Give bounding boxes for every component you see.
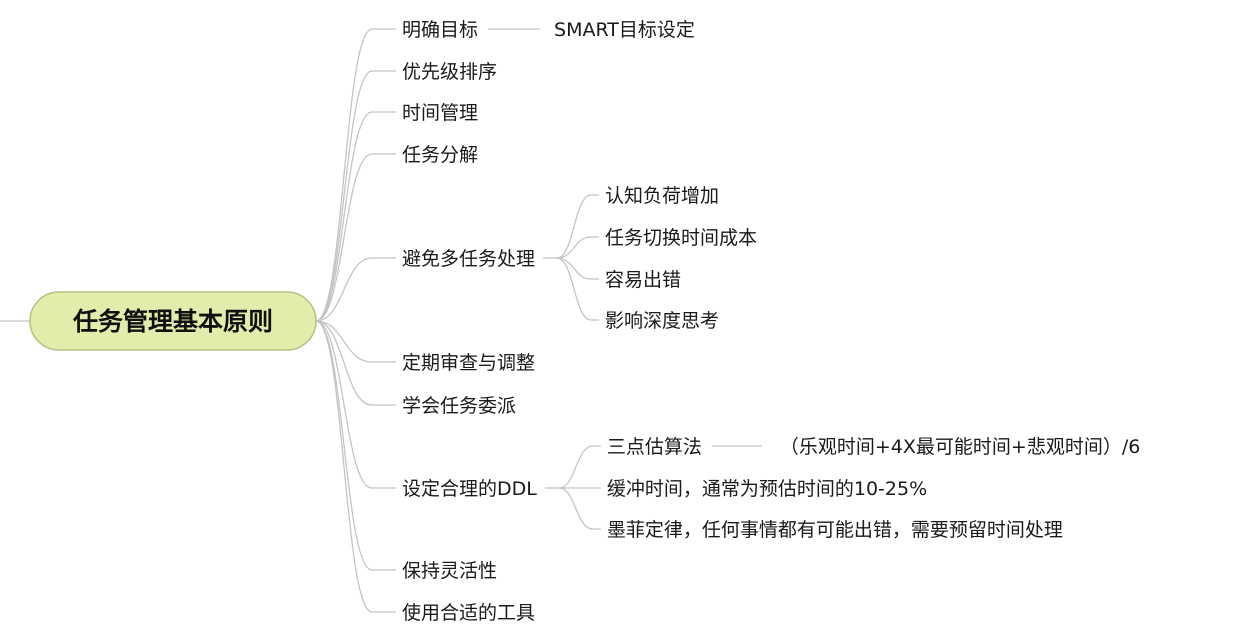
branch-connector <box>315 153 396 322</box>
branch-connector <box>315 111 396 322</box>
branch-node[interactable]: 优先级排序 <box>402 61 497 83</box>
branch-node[interactable]: 明确目标 <box>402 19 478 41</box>
child-node[interactable]: 三点估算法 <box>607 436 702 458</box>
branch-node[interactable]: 使用合适的工具 <box>402 602 535 624</box>
child-connector <box>558 445 601 489</box>
child-connector <box>558 487 601 530</box>
child-node[interactable]: 影响深度思考 <box>605 310 719 332</box>
branch-connector <box>315 70 396 322</box>
branch-node[interactable]: 定期审查与调整 <box>402 352 535 374</box>
branch-node[interactable]: 避免多任务处理 <box>402 248 535 270</box>
child-connector <box>556 194 600 259</box>
branch-node[interactable]: 设定合理的DDL <box>402 478 537 500</box>
root-node[interactable]: 任务管理基本原则 <box>0 291 317 351</box>
child-node[interactable]: SMART目标设定 <box>554 19 695 41</box>
child-connector <box>556 257 600 321</box>
branch-connector <box>315 28 396 322</box>
child-node[interactable]: 认知负荷增加 <box>605 185 719 207</box>
root-node-label: 任务管理基本原则 <box>72 307 273 336</box>
mind-map-canvas: 任务管理基本原则 明确目标 SMART目标设定优先级排序时间管理任务分解避免多任务… <box>0 19 1140 624</box>
child-node[interactable]: 墨菲定律，任何事情都有可能出错，需要预留时间处理 <box>607 519 1063 541</box>
child-node[interactable]: 缓冲时间，通常为预估时间的10-25% <box>607 478 927 500</box>
branch-node[interactable]: 时间管理 <box>402 102 478 124</box>
branch-node[interactable]: 学会任务委派 <box>402 395 516 417</box>
grandchild-node[interactable]: （乐观时间+4X最可能时间+悲观时间）/6 <box>780 436 1140 458</box>
child-node[interactable]: 容易出错 <box>605 269 681 291</box>
branch-connector <box>315 320 396 613</box>
branch-node[interactable]: 任务分解 <box>402 144 478 166</box>
branch-node[interactable]: 保持灵活性 <box>402 560 497 582</box>
branch-connector <box>315 257 396 322</box>
child-node[interactable]: 任务切换时间成本 <box>605 227 757 249</box>
branch-connector <box>315 320 396 571</box>
